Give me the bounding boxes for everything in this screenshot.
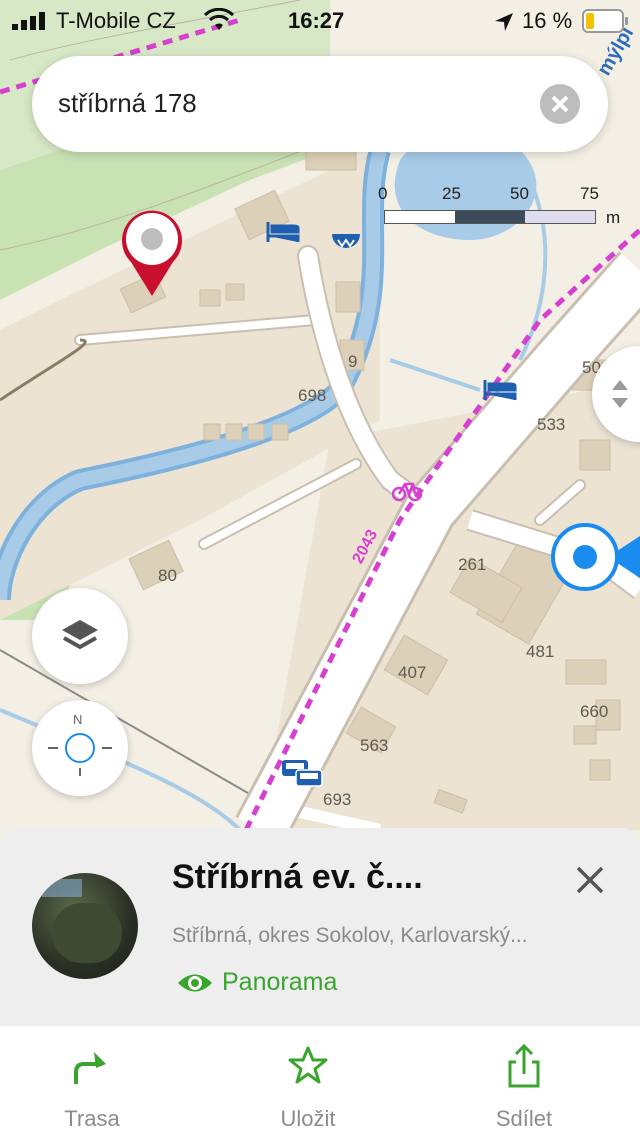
layers-button[interactable] — [32, 588, 128, 684]
hotel-icon[interactable] — [266, 218, 300, 244]
share-button[interactable]: Sdílet — [424, 1026, 624, 1136]
scale-unit: m — [606, 208, 621, 227]
share-icon — [508, 1044, 540, 1088]
panorama-label: Panorama — [222, 968, 338, 996]
scale-tick: 25 — [442, 184, 461, 203]
scale-tick: 50 — [510, 184, 529, 203]
house-number-label: 533 — [537, 415, 566, 434]
clear-search-button[interactable] — [540, 84, 580, 124]
wifi-icon — [204, 8, 234, 30]
eye-icon — [178, 974, 212, 991]
bus-stop-icon[interactable] — [280, 756, 324, 790]
search-bar[interactable]: stříbrná 178 — [32, 56, 608, 152]
star-icon — [288, 1046, 328, 1084]
house-number-label: 698 — [298, 386, 327, 405]
close-card-button[interactable] — [574, 864, 606, 896]
house-number-label: 261 — [458, 555, 487, 574]
scale-tick: 75 — [580, 184, 599, 203]
panorama-thumbnail[interactable] — [32, 873, 138, 979]
location-pin-icon[interactable] — [119, 206, 185, 298]
place-detail-card[interactable]: Stříbrná ev. č.... Stříbrná, okres Sokol… — [0, 828, 640, 1026]
house-number-label: 9 — [348, 352, 358, 371]
battery-percent: 16 % — [522, 8, 573, 33]
route-label: Trasa — [64, 1106, 120, 1131]
scale-tick: 0 — [378, 184, 388, 203]
compass-icon — [48, 733, 112, 776]
current-location-icon[interactable] — [550, 522, 640, 592]
hotel-icon[interactable] — [483, 376, 517, 402]
layers-icon — [62, 620, 98, 650]
house-number-label: 481 — [526, 642, 555, 661]
house-number-label: 693 — [323, 790, 352, 809]
save-label: Uložit — [280, 1106, 336, 1131]
carrier-name: T-Mobile CZ — [56, 8, 176, 33]
route-button[interactable]: Trasa — [0, 1026, 192, 1136]
bottom-action-bar: Trasa Uložit Sdílet — [0, 1026, 640, 1136]
house-number-label: 660 — [580, 702, 609, 721]
route-turn-icon — [74, 1052, 106, 1084]
place-title: Stříbrná ev. č.... — [172, 858, 423, 896]
house-number-label: 407 — [398, 663, 427, 682]
search-input[interactable]: stříbrná 178 — [58, 88, 197, 119]
location-arrow-icon — [495, 13, 513, 31]
signal-icon — [12, 12, 45, 30]
up-down-arrows-icon — [612, 380, 628, 408]
house-number-label: 563 — [360, 736, 389, 755]
battery-icon — [582, 9, 628, 33]
clock: 16:27 — [288, 8, 345, 33]
map-scale: 0 25 50 75 m — [378, 184, 628, 234]
compass-button[interactable]: N — [32, 700, 128, 796]
share-label: Sdílet — [495, 1106, 553, 1131]
place-address: Stříbrná, okres Sokolov, Karlovarský... — [172, 924, 528, 947]
close-icon — [551, 95, 569, 113]
bicycle-icon — [392, 482, 422, 502]
panorama-link[interactable]: Panorama — [176, 968, 337, 997]
compass-north-label: N — [73, 712, 83, 727]
house-number-label: 80 — [158, 566, 177, 585]
water-feature-icon[interactable] — [330, 232, 362, 252]
save-button[interactable]: Uložit — [208, 1026, 408, 1136]
status-bar: T-Mobile CZ 16:27 16 % — [0, 0, 640, 40]
